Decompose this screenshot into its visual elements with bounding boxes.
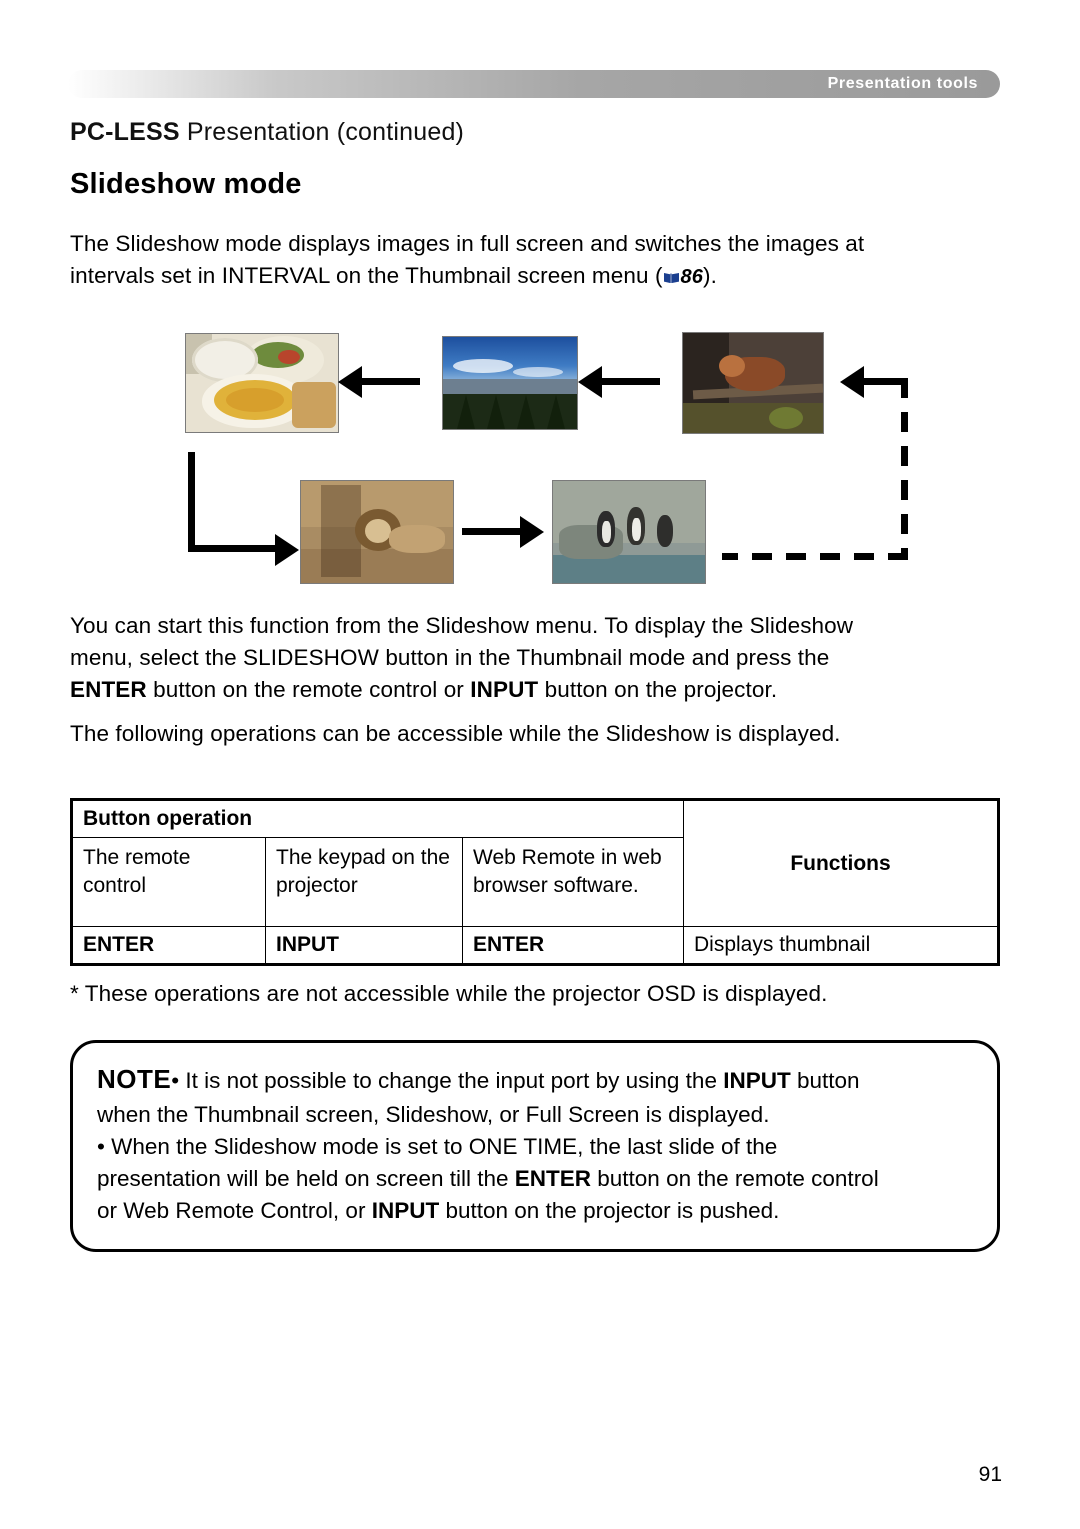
note-enter-bold: ENTER	[514, 1166, 592, 1191]
note-line1b: button	[790, 1068, 860, 1093]
page-number: 91	[978, 1463, 1002, 1486]
note-line-3: • When the Slideshow mode is set to ONE …	[97, 1134, 778, 1159]
photo-food	[185, 333, 339, 433]
note-line4a: presentation will be held on screen till…	[97, 1166, 515, 1191]
note-line4b: button on the remote control	[591, 1166, 879, 1191]
intro-line-2a: intervals set in INTERVAL on the Thumbna…	[70, 263, 663, 288]
note-line5a: or Web Remote Control, or	[97, 1198, 372, 1223]
intro-line-2b: ).	[703, 263, 717, 288]
mid-line-2: menu, select the SLIDESHOW button in the…	[70, 645, 830, 670]
book-icon	[663, 261, 680, 283]
running-title-bold: PC-LESS	[70, 118, 180, 146]
note-line1a: • It is not possible to change the input…	[171, 1068, 724, 1093]
table-subheader-remote: The remote control	[72, 837, 266, 927]
table-subheader-keypad: The keypad on the projector	[265, 837, 463, 927]
intro-paragraph: The Slideshow mode displays images in fu…	[70, 228, 990, 293]
header-tab-label: Presentation tools	[827, 75, 978, 92]
photo-red-panda	[682, 332, 824, 434]
note-box: NOTE• It is not possible to change the i…	[70, 1040, 1000, 1252]
intro-line-1: The Slideshow mode displays images in fu…	[70, 231, 865, 256]
table-group-header: Button operation	[72, 800, 684, 838]
note-line5b: button on the projector is pushed.	[439, 1198, 780, 1223]
note-label: NOTE	[97, 1064, 172, 1094]
note-input-bold-1: INPUT	[723, 1068, 791, 1093]
page-title: Slideshow mode	[70, 168, 302, 200]
mid-line-3b: button on the remote control or	[146, 677, 471, 702]
operations-paragraph: The following operations can be accessib…	[70, 721, 841, 746]
slideshow-instructions-paragraph: You can start this function from the Sli…	[70, 610, 1000, 706]
note-line-5: or Web Remote Control, or INPUT button o…	[97, 1195, 973, 1227]
note-line-1: NOTE• It is not possible to change the i…	[97, 1063, 973, 1097]
page-header-tab: Presentation tools	[68, 70, 1000, 98]
mid-line-3d: button on the projector.	[538, 677, 778, 702]
button-operation-table: Button operation Functions The remote co…	[70, 798, 1000, 966]
table-row: ENTER INPUT ENTER Displays thumbnail	[72, 926, 998, 964]
page-reference: 86	[680, 266, 703, 288]
running-title: PC-LESS Presentation (continued)	[70, 118, 464, 147]
note-line-2: when the Thumbnail screen, Slideshow, or…	[97, 1102, 770, 1127]
mid-enter-bold: ENTER	[70, 677, 147, 702]
table-header-row: Button operation Functions	[72, 800, 998, 927]
table-cell-keypad-input: INPUT	[265, 926, 463, 964]
table-functions-header: Functions	[683, 800, 998, 927]
footnote: * These operations are not accessible wh…	[70, 981, 828, 1006]
running-title-rest: Presentation (continued)	[179, 118, 465, 146]
photo-sky	[442, 336, 578, 430]
note-input-bold-2: INPUT	[371, 1198, 440, 1223]
mid-input-bold: INPUT	[470, 677, 539, 702]
mid-line-1: You can start this function from the Sli…	[70, 613, 854, 638]
photo-lion	[300, 480, 454, 584]
photo-penguins	[552, 480, 706, 584]
note-line-4: presentation will be held on screen till…	[97, 1163, 973, 1195]
table-cell-function: Displays thumbnail	[683, 926, 998, 964]
slideshow-rotation-figure	[70, 320, 990, 600]
table-cell-web-enter: ENTER	[462, 926, 684, 964]
table-cell-remote-enter: ENTER	[72, 926, 266, 964]
table-subheader-web: Web Remote in web browser software.	[462, 837, 684, 927]
